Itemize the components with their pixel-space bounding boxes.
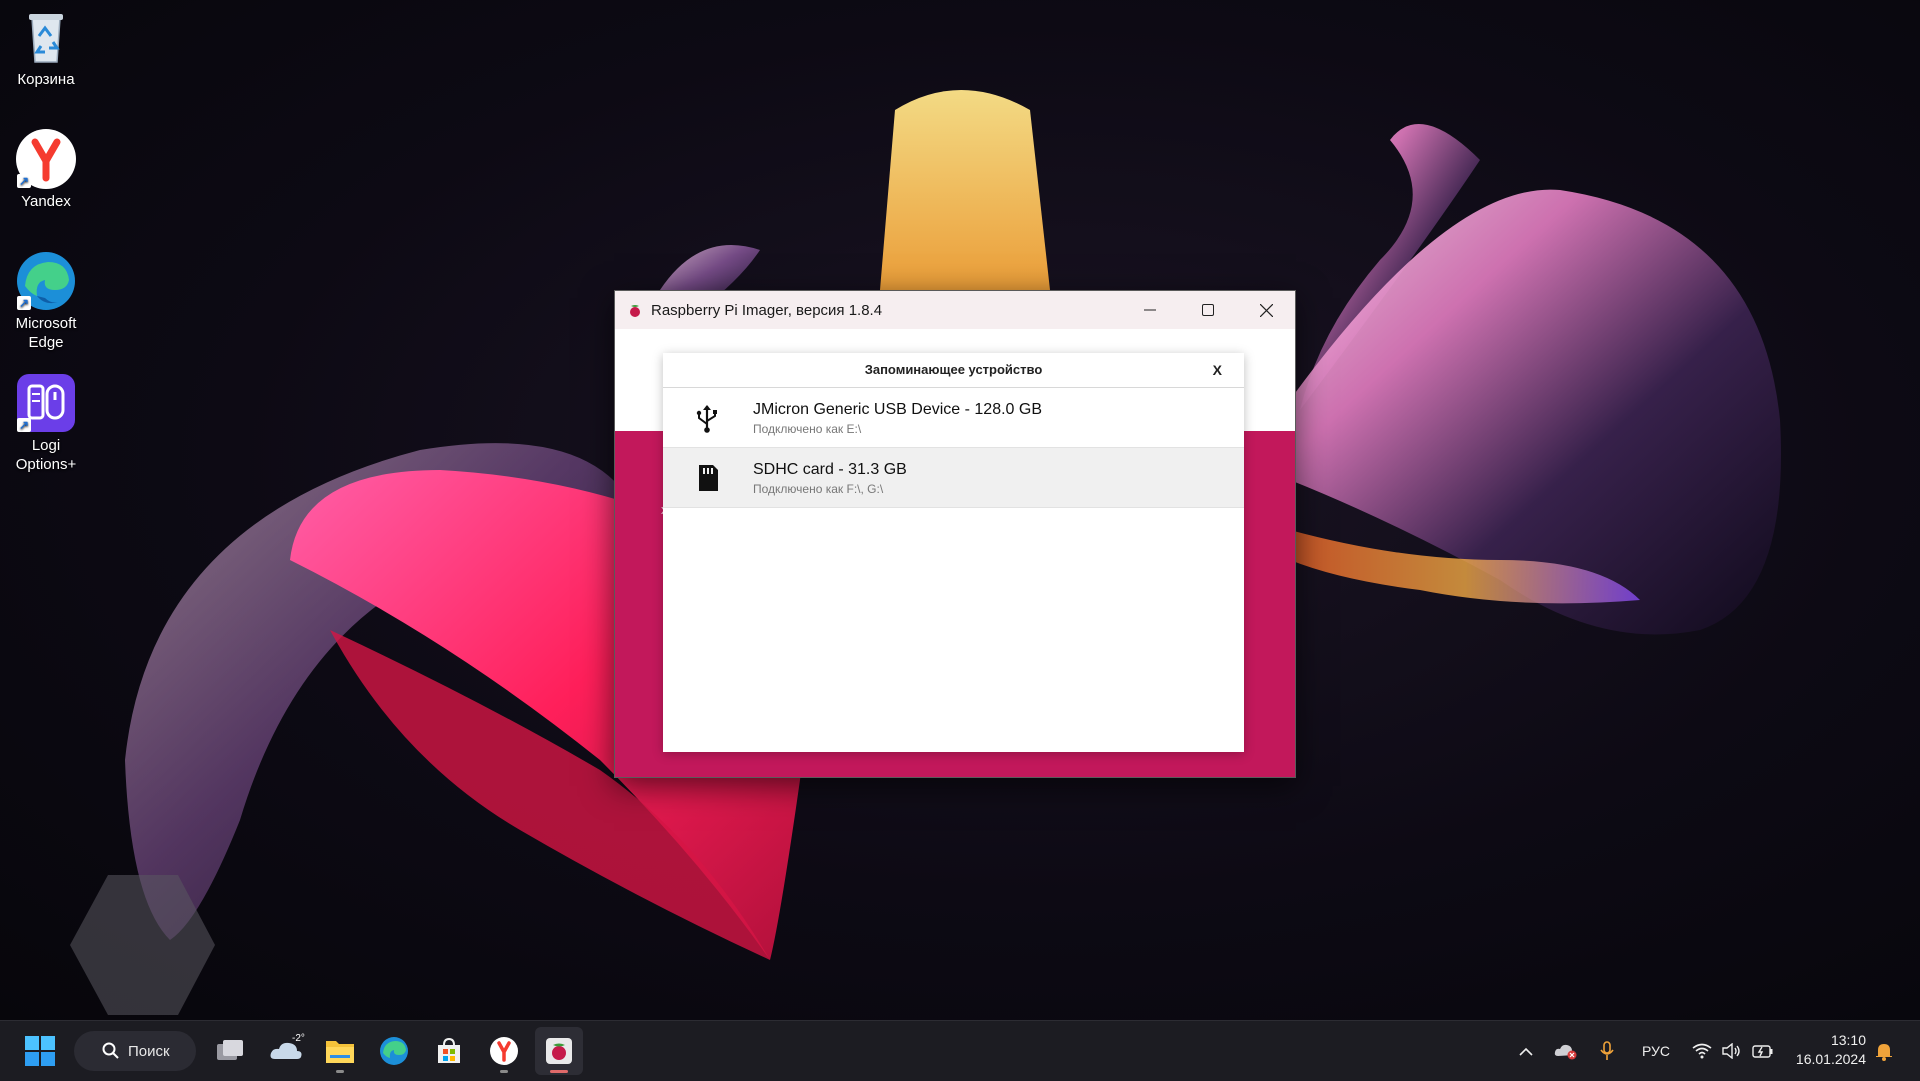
minimize-icon: [1144, 309, 1156, 311]
recycle-bin-icon: [15, 6, 77, 68]
logi-options-icon: ↗: [15, 372, 77, 434]
taskbar-store[interactable]: [425, 1027, 473, 1075]
windows-logo-icon: [25, 1036, 55, 1066]
window-title: Raspberry Pi Imager, версия 1.8.4: [651, 301, 883, 319]
desktop-icon-yandex[interactable]: ↗ Yandex: [6, 128, 86, 211]
desktop-icon-recycle-bin[interactable]: Корзина: [6, 6, 86, 89]
dialog-close-button[interactable]: X: [1213, 353, 1222, 387]
shortcut-arrow-icon: ↗: [17, 418, 31, 432]
search-label: Поиск: [128, 1042, 170, 1060]
taskbar-yandex[interactable]: [480, 1027, 528, 1075]
language-label: РУС: [1642, 1043, 1671, 1059]
device-name: JMicron Generic USB Device - 128.0 GB: [753, 401, 1042, 418]
search-icon: [102, 1042, 119, 1059]
minimize-button[interactable]: [1121, 291, 1179, 329]
taskbar-edge[interactable]: [370, 1027, 418, 1075]
device-name: SDHC card - 31.3 GB: [753, 461, 907, 478]
task-view-button[interactable]: [206, 1027, 254, 1075]
device-mount: Подключено как F:\, G:\: [753, 482, 884, 496]
dialog-title: Запоминающее устройство: [864, 362, 1043, 377]
taskbar-file-explorer[interactable]: [316, 1027, 364, 1075]
notifications-button[interactable]: [1875, 1021, 1893, 1081]
clock-date: 16.01.2024: [1795, 1051, 1866, 1067]
bell-icon: [1876, 1044, 1892, 1061]
weather-widget[interactable]: -2°: [262, 1027, 310, 1075]
clock-time: 13:10: [1830, 1032, 1866, 1048]
desktop-icon-label: Logi Options+: [15, 437, 77, 473]
storage-device-dialog: Запоминающее устройство X JMicron Generi…: [663, 353, 1244, 752]
sd-card-icon: [699, 465, 718, 491]
battery-tray[interactable]: [1752, 1021, 1774, 1081]
running-indicator: [336, 1070, 344, 1073]
start-button[interactable]: [16, 1027, 64, 1075]
folder-icon: [326, 1041, 354, 1063]
maximize-button[interactable]: [1179, 291, 1237, 329]
tray-overflow-button[interactable]: [1518, 1021, 1534, 1081]
battery-charging-icon: [1752, 1045, 1773, 1058]
active-indicator: [550, 1070, 568, 1073]
desktop-icon-logi-options[interactable]: ↗ Logi Options+: [6, 372, 86, 474]
close-icon: [1259, 303, 1273, 317]
speaker-icon: [1722, 1043, 1740, 1059]
yandex-icon: [490, 1037, 518, 1065]
wifi-icon: [1692, 1043, 1712, 1059]
device-mount: Подключено как E:\: [753, 422, 862, 436]
desktop-icon-label: Yandex: [21, 193, 71, 210]
yandex-icon: ↗: [15, 128, 77, 190]
usb-icon: [696, 405, 717, 433]
desktop-icon-label: Корзина: [17, 71, 75, 88]
task-view-icon: [217, 1040, 243, 1060]
desktop-icon-label: Microsoft Edge: [15, 315, 77, 351]
shortcut-arrow-icon: ↗: [17, 174, 31, 188]
device-list-item-selected[interactable]: SDHC card - 31.3 GB Подключено как F:\, …: [663, 448, 1244, 508]
close-window-button[interactable]: [1237, 291, 1295, 329]
volume-tray[interactable]: [1722, 1021, 1742, 1081]
dialog-header: Запоминающее устройство X: [663, 353, 1244, 388]
network-tray[interactable]: [1692, 1021, 1712, 1081]
taskbar-rpi-imager[interactable]: [535, 1027, 583, 1075]
taskbar: Поиск -2° РУС 13:10 16.01.2024: [0, 1020, 1920, 1081]
chevron-up-icon: [1519, 1047, 1533, 1056]
store-icon: [438, 1037, 460, 1063]
weather-temp: -2°: [292, 1033, 305, 1044]
raspberry-pi-icon: [630, 305, 640, 317]
taskbar-search[interactable]: Поиск: [74, 1031, 196, 1071]
onedrive-tray[interactable]: [1554, 1021, 1578, 1081]
shortcut-arrow-icon: ↗: [17, 296, 31, 310]
microphone-icon: [1600, 1041, 1614, 1060]
cloud-error-icon: [1554, 1044, 1577, 1060]
device-list-item[interactable]: JMicron Generic USB Device - 128.0 GB По…: [663, 388, 1244, 448]
microphone-tray[interactable]: [1600, 1021, 1614, 1081]
edge-icon: ↗: [15, 250, 77, 312]
window-titlebar[interactable]: Raspberry Pi Imager, версия 1.8.4: [615, 291, 1295, 329]
language-indicator[interactable]: РУС: [1642, 1021, 1670, 1081]
desktop-icon-edge[interactable]: ↗ Microsoft Edge: [6, 250, 86, 352]
running-indicator: [500, 1070, 508, 1073]
raspberry-pi-icon: [546, 1038, 572, 1064]
taskbar-clock[interactable]: 13:10 16.01.2024: [1796, 1031, 1866, 1069]
edge-icon: [380, 1037, 408, 1065]
maximize-icon: [1202, 304, 1214, 316]
